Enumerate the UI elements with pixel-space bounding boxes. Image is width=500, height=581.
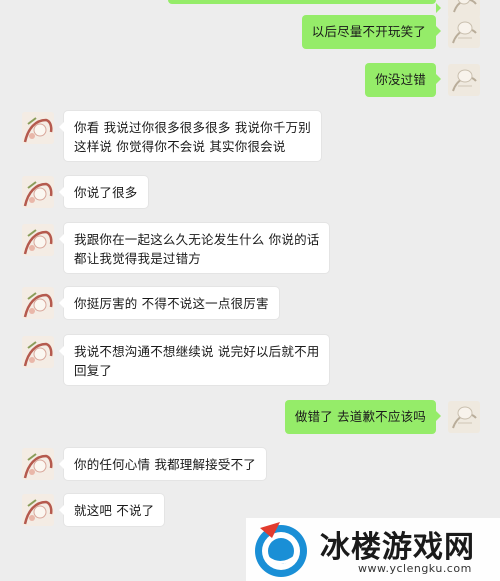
contact-avatar[interactable] <box>22 448 54 480</box>
contact-avatar[interactable] <box>22 224 54 256</box>
message-row: 我跟你在一起这么久无论发生什么 你说的话 都让我觉得我是过错方 <box>0 223 500 273</box>
message-row: 你挺厉害的 不得不说这一点很厉害 <box>0 287 500 319</box>
cartoon-avatar-icon <box>22 224 54 256</box>
cartoon-avatar-icon <box>22 336 54 368</box>
message-bubble[interactable]: 以后尽量不开玩笑了 <box>301 15 442 49</box>
watermark-url[interactable]: www.yclengku.com <box>358 562 472 575</box>
contact-avatar[interactable] <box>22 287 54 319</box>
sketch-avatar-icon <box>448 401 480 433</box>
blue-circle-logo-icon <box>255 522 307 577</box>
sketch-avatar-icon <box>448 64 480 96</box>
message-bubble[interactable]: 你没过错 <box>365 63 441 97</box>
self-avatar[interactable] <box>448 16 480 48</box>
chat-window: 以后尽量不开玩笑了 你没过错 你看 我说过你很多很多很多 我说你千万别 这样说 … <box>0 0 500 581</box>
cartoon-avatar-icon <box>22 448 54 480</box>
message-bubble[interactable]: 我跟你在一起这么久无论发生什么 你说的话 都让我觉得我是过错方 <box>58 223 330 273</box>
watermark-title: 冰楼游戏网 <box>320 530 475 565</box>
message-row: 做错了 去道歉不应该吗 <box>0 400 500 434</box>
message-bubble[interactable]: 就这吧 不说了 <box>58 494 165 526</box>
message-row: 你没过错 <box>0 63 500 97</box>
message-row: 你的任何心情 我都理解接受不了 <box>0 448 500 480</box>
message-row: 我说不想沟通不想继续说 说完好以后就不用 回复了 <box>0 335 500 385</box>
contact-avatar[interactable] <box>22 176 54 208</box>
message-row: 以后尽量不开玩笑了 <box>0 15 500 49</box>
message-row <box>0 0 500 13</box>
message-bubble-partial <box>168 0 441 13</box>
self-avatar[interactable] <box>448 401 480 433</box>
self-avatar[interactable] <box>448 64 480 96</box>
message-bubble[interactable]: 你说了很多 <box>59 176 148 208</box>
message-bubble[interactable]: 做错了 去道歉不应该吗 <box>284 400 442 434</box>
cartoon-avatar-icon <box>22 176 54 208</box>
cartoon-avatar-icon <box>22 112 54 144</box>
message-row: 你说了很多 <box>0 176 500 208</box>
contact-avatar[interactable] <box>22 112 54 144</box>
message-bubble[interactable]: 你的任何心情 我都理解接受不了 <box>59 448 266 480</box>
cartoon-avatar-icon <box>22 287 54 319</box>
message-bubble[interactable]: 你看 我说过你很多很多很多 我说你千万别 这样说 你觉得你不会说 其实你很会说 <box>59 111 321 161</box>
contact-avatar[interactable] <box>22 336 54 368</box>
message-bubble[interactable]: 我说不想沟通不想继续说 说完好以后就不用 回复了 <box>58 335 330 385</box>
sketch-avatar-icon <box>448 16 480 48</box>
message-bubble[interactable]: 你挺厉害的 不得不说这一点很厉害 <box>59 287 279 319</box>
site-watermark: 冰楼游戏网 www.yclengku.com <box>246 518 500 581</box>
contact-avatar[interactable] <box>22 494 54 526</box>
message-row: 你看 我说过你很多很多很多 我说你千万别 这样说 你觉得你不会说 其实你很会说 <box>0 111 500 161</box>
cartoon-avatar-icon <box>22 494 54 526</box>
